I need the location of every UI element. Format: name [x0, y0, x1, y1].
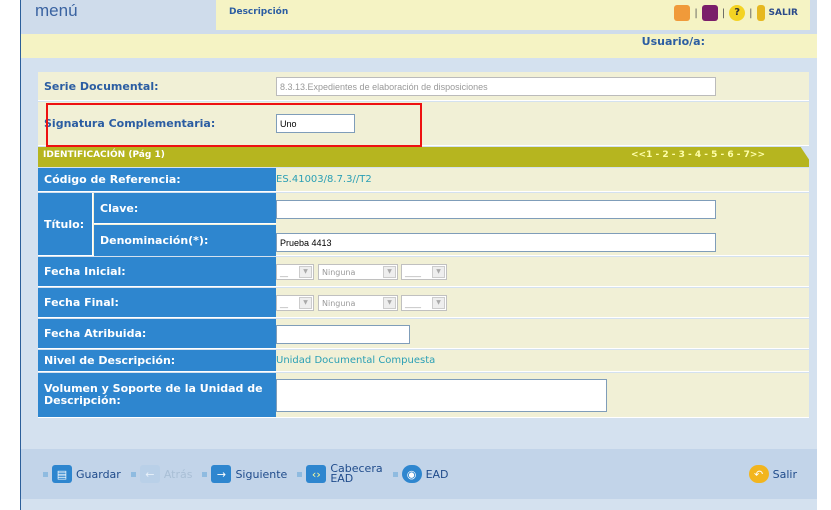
user-label: Usuario/a: — [641, 35, 705, 48]
fecha-inicial-label: Fecha Inicial: — [38, 257, 276, 286]
fecha-final-year-select: ____ ▼ — [401, 295, 447, 311]
chevron-down-icon: ▼ — [432, 297, 445, 309]
chevron-down-icon: ▼ — [299, 297, 312, 309]
chevron-down-icon: ▼ — [383, 297, 396, 309]
siguiente-button[interactable]: → Siguiente — [202, 465, 287, 483]
help-icon[interactable]: ? — [729, 5, 746, 21]
section-title: IDENTIFICACIÓN (Pág 1) — [43, 150, 165, 160]
serie-field — [276, 77, 716, 96]
bullet — [130, 471, 136, 477]
page-navigation[interactable]: <<1 - 2 - 3 - 4 - 5 - 6 - 7>> — [631, 150, 765, 160]
eye-icon: ◉ — [401, 465, 422, 483]
footer-toolbar: ▤ Guardar ← Atrás → Siguiente ‹› Cabecer… — [21, 449, 817, 499]
volumen-row: Volumen y Soporte de la Unidad de Descri… — [38, 373, 809, 418]
fecha-atribuida-label: Fecha Atribuida: — [38, 319, 276, 348]
denominacion-field[interactable] — [276, 233, 716, 252]
guardar-button[interactable]: ▤ Guardar — [43, 465, 121, 483]
exit-label[interactable]: SALIR — [769, 8, 798, 18]
volumen-field[interactable] — [276, 379, 607, 412]
exit-door-icon[interactable] — [756, 5, 765, 21]
fecha-final-month-value: Ninguna — [322, 298, 356, 308]
tab-description-label[interactable]: Descripción — [229, 7, 288, 17]
save-icon: ▤ — [52, 465, 72, 483]
section-corner — [800, 146, 814, 167]
clave-label: Clave: — [94, 193, 276, 224]
volumen-label: Volumen y Soporte de la Unidad de Descri… — [38, 373, 276, 417]
cabecera-label: Cabecera EAD — [330, 463, 382, 485]
code-brackets-icon: ‹› — [306, 465, 327, 483]
cabecera-button[interactable]: ‹› Cabecera EAD — [297, 463, 383, 485]
fecha-inicial-month-value: Ninguna — [322, 267, 356, 277]
bullet — [202, 471, 208, 477]
flower-icon[interactable] — [674, 5, 691, 21]
app-frame: menú Descripción | | ? | SALIR Usuario/a… — [20, 0, 817, 510]
siguiente-label: Siguiente — [235, 467, 288, 481]
fecha-final-day-select: __ ▼ — [276, 295, 314, 311]
fecha-inicial-day-select: __ ▼ — [276, 264, 314, 280]
top-bar: menú Descripción | | ? | SALIR — [21, 0, 817, 34]
nivel-label: Nivel de Descripción: — [38, 350, 276, 371]
fecha-inicial-month-select: Ninguna ▼ — [318, 264, 398, 280]
fecha-inicial-year-select: ____ ▼ — [401, 264, 447, 280]
codigo-value: ES.41003/8.7.3//T2 — [276, 174, 372, 185]
cabecera-label-line2: EAD — [330, 472, 354, 485]
fecha-inicial-row: Fecha Inicial: __ ▼ Ninguna ▼ ____ ▼ — [38, 257, 809, 287]
salir-button[interactable]: ↶ Salir — [748, 465, 797, 483]
salir-label: Salir — [772, 467, 797, 481]
ead-button[interactable]: ◉ EAD — [392, 465, 449, 483]
description-tab: Descripción | | ? | SALIR — [216, 0, 810, 30]
serie-label: Serie Documental: — [38, 72, 276, 100]
ead-label: EAD — [425, 467, 449, 481]
fecha-final-year-value: ____ — [405, 298, 421, 308]
clave-field[interactable] — [276, 200, 716, 219]
top-icons: | | ? | SALIR — [674, 5, 798, 21]
fecha-inicial-year-value: ____ — [405, 267, 421, 277]
next-arrow-icon: → — [211, 465, 232, 483]
fecha-atribuida-field[interactable] — [276, 325, 410, 344]
chevron-down-icon: ▼ — [383, 266, 396, 278]
codigo-label: Código de Referencia: — [38, 168, 276, 191]
menu-button[interactable]: menú — [35, 1, 78, 21]
user-row: Usuario/a: — [21, 34, 817, 58]
bullet — [392, 471, 398, 477]
fecha-final-month-select: Ninguna ▼ — [318, 295, 398, 311]
fecha-final-label: Fecha Final: — [38, 288, 276, 317]
book-icon[interactable] — [701, 5, 718, 21]
section-header: IDENTIFICACIÓN (Pág 1) <<1 - 2 - 3 - 4 -… — [38, 146, 814, 167]
serie-row: Serie Documental: — [38, 72, 809, 101]
titulo-row: Título: Clave: Denominación(*): — [38, 193, 809, 256]
codigo-row: Código de Referencia: ES.41003/8.7.3//T2 — [38, 168, 809, 192]
fecha-final-day-value: __ — [280, 298, 288, 308]
bullet — [43, 471, 48, 477]
fecha-final-row: Fecha Final: __ ▼ Ninguna ▼ ____ ▼ — [38, 288, 809, 318]
highlight-box — [46, 103, 422, 147]
nivel-row: Nivel de Descripción: Unidad Documental … — [38, 350, 809, 372]
atras-label: Atrás — [163, 467, 193, 481]
guardar-label: Guardar — [76, 467, 121, 481]
chevron-down-icon: ▼ — [432, 266, 445, 278]
bullet — [297, 471, 303, 477]
back-arrow-icon: ← — [139, 465, 160, 483]
separator: | — [749, 7, 753, 19]
fecha-atribuida-row: Fecha Atribuida: — [38, 319, 809, 349]
chevron-down-icon: ▼ — [299, 266, 312, 278]
separator: | — [721, 7, 726, 19]
fecha-inicial-day-value: __ — [280, 267, 288, 277]
titulo-label: Título: — [38, 193, 93, 255]
separator: | — [694, 7, 698, 19]
denominacion-label: Denominación(*): — [94, 225, 276, 256]
atras-button[interactable]: ← Atrás — [130, 465, 193, 483]
nivel-value: Unidad Documental Compuesta — [276, 355, 436, 366]
exit-arrow-icon: ↶ — [748, 465, 769, 483]
